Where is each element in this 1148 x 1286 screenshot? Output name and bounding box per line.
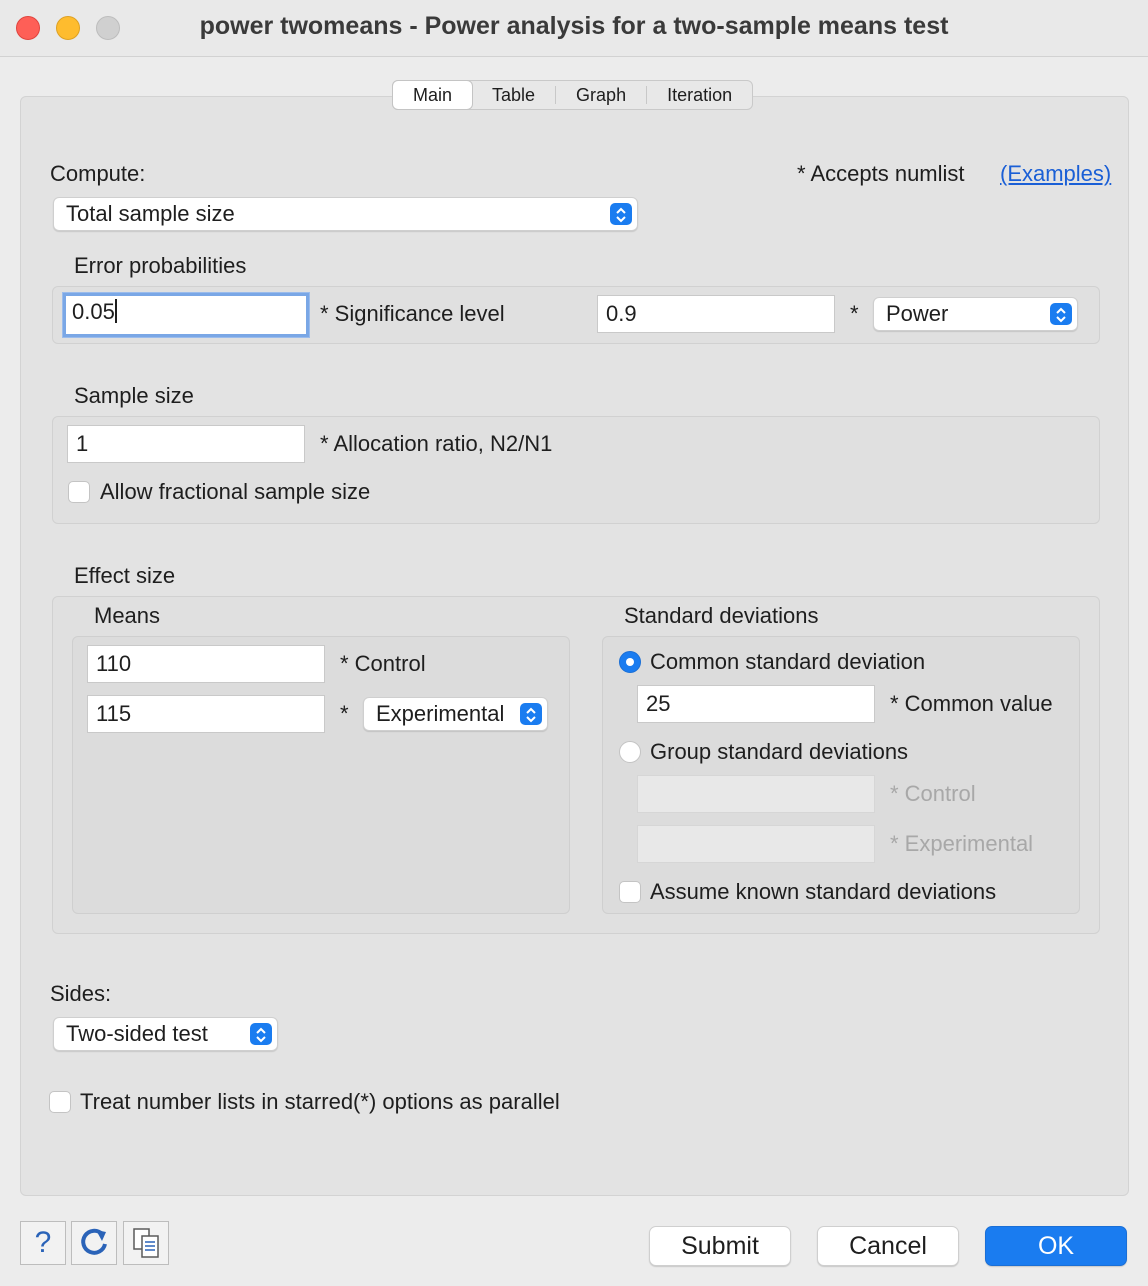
- chevron-updown-icon: [1050, 303, 1072, 325]
- examples-link[interactable]: (Examples): [1000, 161, 1111, 187]
- tab-table[interactable]: Table: [472, 81, 555, 109]
- parallel-numlist-checkbox[interactable]: [49, 1091, 71, 1113]
- tab-bar: Main Table Graph Iteration: [392, 80, 754, 110]
- parallel-numlist-label: Treat number lists in starred(*) options…: [80, 1089, 560, 1114]
- group-control-sd-label: * Control: [890, 781, 976, 806]
- tab-iteration[interactable]: Iteration: [647, 81, 752, 109]
- compute-select[interactable]: Total sample size: [53, 197, 638, 231]
- group-sd-label: Group standard deviations: [650, 739, 909, 764]
- allocation-ratio-input[interactable]: 1: [67, 425, 305, 463]
- error-probabilities-heading: Error probabilities: [74, 253, 247, 278]
- sides-select[interactable]: Two-sided test: [53, 1017, 278, 1051]
- power-input[interactable]: 0.9: [597, 295, 835, 333]
- ok-button[interactable]: OK: [985, 1226, 1127, 1266]
- control-mean-input[interactable]: 110: [87, 645, 325, 683]
- reset-button[interactable]: [71, 1221, 117, 1265]
- means-heading: Means: [94, 603, 161, 628]
- power-select-value: Power: [886, 301, 949, 326]
- effect-size-heading: Effect size: [74, 563, 176, 588]
- sides-select-value: Two-sided test: [66, 1021, 208, 1046]
- help-icon: ?: [34, 1226, 52, 1259]
- assume-known-sd-label: Assume known standard deviations: [650, 879, 997, 904]
- group-control-sd-input: [637, 775, 875, 813]
- tab-graph[interactable]: Graph: [556, 81, 646, 109]
- fractional-sample-size-checkbox[interactable]: [68, 481, 90, 503]
- chevron-updown-icon: [250, 1023, 272, 1045]
- compute-select-value: Total sample size: [66, 201, 235, 226]
- text-cursor: [114, 299, 117, 323]
- assume-known-sd-checkbox[interactable]: [619, 881, 641, 903]
- common-value-label: * Common value: [890, 691, 1053, 716]
- significance-level-input[interactable]: 0.05: [63, 293, 309, 337]
- common-value-input[interactable]: 25: [637, 685, 875, 723]
- experimental-select-value: Experimental: [376, 701, 505, 726]
- std-devs-heading: Standard deviations: [624, 603, 819, 628]
- power-star: *: [850, 301, 859, 326]
- power-select[interactable]: Power: [873, 297, 1078, 331]
- experimental-mean-input[interactable]: 115: [87, 695, 325, 733]
- group-sd-radio[interactable]: [619, 741, 641, 763]
- control-mean-label: * Control: [340, 651, 426, 676]
- chevron-updown-icon: [610, 203, 632, 225]
- compute-label: Compute:: [50, 161, 146, 186]
- cancel-button[interactable]: Cancel: [817, 1226, 959, 1266]
- sample-size-heading: Sample size: [74, 383, 194, 408]
- group-experimental-sd-input: [637, 825, 875, 863]
- significance-level-label: * Significance level: [320, 301, 505, 326]
- help-button[interactable]: ?: [20, 1221, 66, 1265]
- chevron-updown-icon: [520, 703, 542, 725]
- group-experimental-sd-label: * Experimental: [890, 831, 1034, 856]
- submit-button[interactable]: Submit: [649, 1226, 791, 1266]
- experimental-star: *: [340, 701, 349, 726]
- fractional-sample-size-label: Allow fractional sample size: [100, 479, 371, 504]
- tab-main[interactable]: Main: [393, 81, 473, 109]
- refresh-icon: [81, 1228, 107, 1255]
- common-sd-radio[interactable]: [619, 651, 641, 673]
- window-title: power twomeans - Power analysis for a tw…: [199, 12, 949, 40]
- numlist-note: * Accepts numlist: [797, 161, 965, 186]
- experimental-select[interactable]: Experimental: [363, 697, 548, 731]
- allocation-ratio-label: * Allocation ratio, N2/N1: [320, 431, 553, 456]
- common-sd-label: Common standard deviation: [650, 649, 926, 674]
- copy-command-button[interactable]: [123, 1221, 169, 1265]
- sides-label: Sides:: [50, 981, 112, 1006]
- significance-level-value: 0.05: [72, 299, 115, 324]
- copy-icon: [133, 1228, 159, 1258]
